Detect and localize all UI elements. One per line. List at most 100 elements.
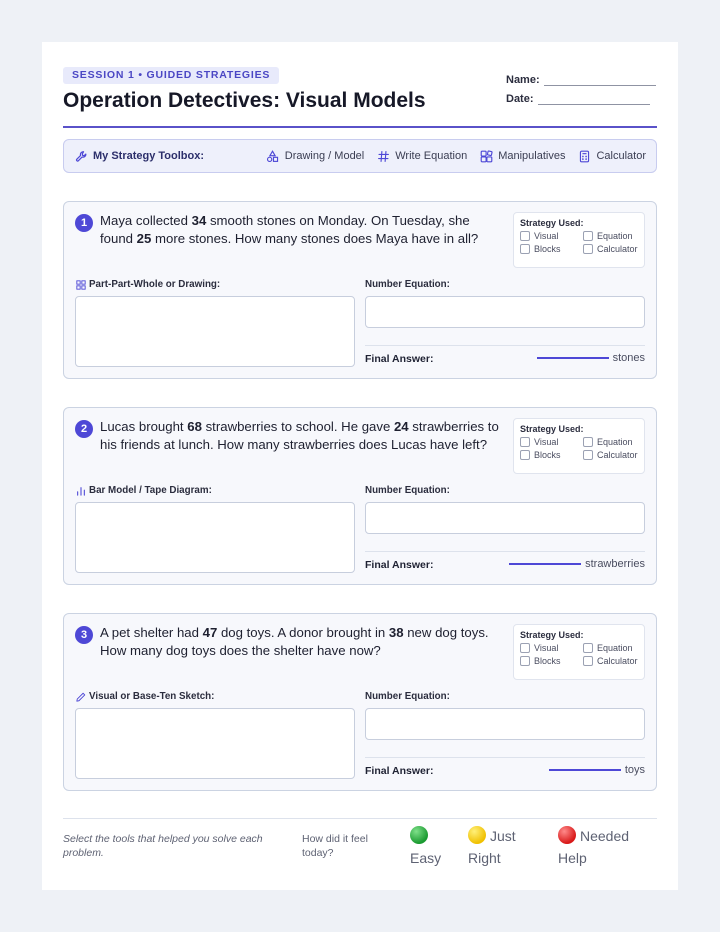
checkbox-calculator[interactable]: Calculator	[583, 656, 643, 666]
pencil-icon	[75, 691, 86, 702]
answer-unit: strawberries	[585, 558, 645, 570]
checkbox-icon[interactable]	[583, 643, 593, 653]
checkbox-visual[interactable]: Visual	[520, 231, 583, 241]
equation-input[interactable]	[365, 502, 645, 534]
session-badge: SESSION 1 • GUIDED STRATEGIES	[63, 67, 280, 84]
checkbox-icon[interactable]	[520, 437, 530, 447]
toolbox-item-drawing: Drawing / Model	[266, 149, 364, 163]
checkbox-icon[interactable]	[520, 231, 530, 241]
toolbox-item-label: Drawing / Model	[284, 150, 365, 162]
strategy-used-box: Strategy Used: Visual Equation Blocks Ca…	[513, 624, 645, 680]
final-answer-label: Final Answer:	[365, 559, 434, 571]
strategy-used-box: Strategy Used: Visual Equation Blocks Ca…	[513, 212, 645, 268]
toolbox-item-label: Manipulatives	[498, 150, 566, 162]
checkbox-icon[interactable]	[520, 643, 530, 653]
problem-number: 3	[75, 626, 93, 644]
equation-input[interactable]	[365, 708, 645, 740]
name-label: Name:	[506, 74, 540, 86]
toolbox-item-manipulatives: Manipulatives	[479, 149, 565, 163]
checkbox-icon[interactable]	[520, 656, 530, 666]
date-field[interactable]	[537, 96, 650, 105]
answer-unit: stones	[612, 352, 645, 364]
rating-easy[interactable]: Easy	[410, 825, 460, 869]
checkbox-calculator[interactable]: Calculator	[583, 450, 643, 460]
shapes-icon	[266, 149, 280, 163]
checkbox-icon[interactable]	[583, 437, 593, 447]
blocks-icon	[479, 149, 493, 163]
grid-icon	[75, 279, 86, 290]
yellow-circle-icon	[468, 826, 486, 844]
toolbox-item-equation: Write Equation	[376, 149, 467, 163]
final-divider	[365, 551, 645, 552]
strategy-title: Strategy Used:	[520, 424, 584, 434]
checkbox-icon[interactable]	[583, 231, 593, 241]
answer-underline[interactable]	[509, 563, 582, 565]
drawing-label: Bar Model / Tape Diagram:	[75, 485, 212, 496]
drawing-area[interactable]	[75, 502, 355, 573]
checkbox-calculator[interactable]: Calculator	[583, 244, 643, 254]
equation-input[interactable]	[365, 296, 645, 328]
strategy-title: Strategy Used:	[520, 218, 584, 228]
red-circle-icon	[558, 826, 576, 844]
equation-label: Number Equation:	[365, 691, 450, 702]
problem-card-1: 1 Maya collected 34 smooth stones on Mon…	[63, 201, 657, 379]
rating-just-right[interactable]: Just Right	[468, 825, 538, 869]
checkbox-blocks[interactable]: Blocks	[520, 656, 583, 666]
drawing-area[interactable]	[75, 708, 355, 779]
green-circle-icon	[410, 826, 428, 844]
toolbox-item-label: Calculator	[596, 150, 646, 162]
checkbox-icon[interactable]	[520, 244, 530, 254]
final-divider	[365, 345, 645, 346]
checkbox-icon[interactable]	[520, 450, 530, 460]
header-divider	[63, 126, 657, 128]
name-line: Name:	[506, 73, 656, 86]
final-answer-field[interactable]: strawberries	[509, 558, 645, 570]
toolbox-items: Drawing / Model Write Equation Manipulat…	[254, 149, 646, 163]
problem-card-3: 3 A pet shelter had 47 dog toys. A donor…	[63, 613, 657, 791]
final-answer-label: Final Answer:	[365, 353, 434, 365]
checkbox-visual[interactable]: Visual	[520, 643, 583, 653]
problem-text: Lucas brought 68 strawberries to school.…	[100, 419, 499, 452]
drawing-area[interactable]	[75, 296, 355, 367]
toolbox-title: My Strategy Toolbox:	[74, 149, 204, 163]
final-answer-field[interactable]: stones	[536, 352, 645, 364]
drawing-label: Part-Part-Whole or Drawing:	[75, 279, 220, 290]
strategy-used-box: Strategy Used: Visual Equation Blocks Ca…	[513, 418, 645, 474]
rating-needed-help[interactable]: Needed Help	[558, 825, 648, 869]
problem-card-2: 2 Lucas brought 68 strawberries to schoo…	[63, 407, 657, 585]
calculator-icon	[577, 149, 591, 163]
problem-text: A pet shelter had 47 dog toys. A donor b…	[100, 625, 489, 658]
drawing-label: Visual or Base-Ten Sketch:	[75, 691, 214, 702]
answer-underline[interactable]	[536, 357, 609, 359]
problem-number: 2	[75, 420, 93, 438]
name-field[interactable]	[543, 77, 656, 86]
checkbox-blocks[interactable]: Blocks	[520, 244, 583, 254]
answer-underline[interactable]	[548, 769, 621, 771]
toolbox-item-label: Write Equation	[395, 150, 468, 162]
checkbox-equation[interactable]: Equation	[583, 643, 643, 653]
checkbox-icon[interactable]	[583, 450, 593, 460]
footer-note: Select the tools that helped you solve e…	[63, 833, 263, 859]
feel-prompt: How did it feel today?	[302, 833, 368, 859]
toolbox-item-calculator: Calculator	[577, 149, 646, 163]
footer-divider	[63, 818, 657, 819]
wrench-icon	[74, 149, 88, 163]
bar-chart-icon	[75, 485, 86, 496]
final-answer-field[interactable]: toys	[548, 764, 645, 776]
final-answer-label: Final Answer:	[365, 765, 434, 777]
date-line: Date:	[506, 92, 656, 105]
checkbox-blocks[interactable]: Blocks	[520, 450, 583, 460]
answer-unit: toys	[624, 764, 645, 776]
name-date-block: Name: Date:	[506, 73, 656, 111]
strategy-title: Strategy Used:	[520, 630, 584, 640]
equation-label: Number Equation:	[365, 485, 450, 496]
checkbox-icon[interactable]	[583, 244, 593, 254]
checkbox-equation[interactable]: Equation	[583, 437, 643, 447]
hash-icon	[376, 149, 390, 163]
final-divider	[365, 757, 645, 758]
checkbox-visual[interactable]: Visual	[520, 437, 583, 447]
checkbox-icon[interactable]	[583, 656, 593, 666]
toolbox-title-text: My Strategy Toolbox:	[93, 150, 205, 162]
checkbox-equation[interactable]: Equation	[583, 231, 643, 241]
problem-text: Maya collected 34 smooth stones on Monda…	[100, 213, 479, 246]
